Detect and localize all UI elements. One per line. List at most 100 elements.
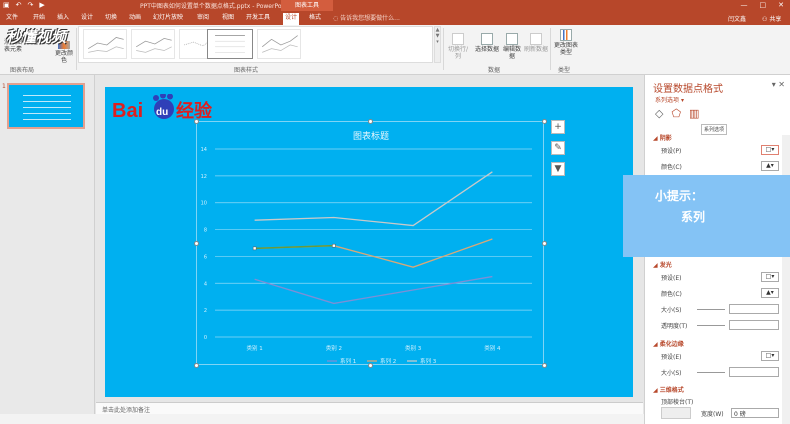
series-line[interactable]	[254, 171, 493, 227]
notes-pane[interactable]: 单击此处添加备注	[96, 402, 643, 414]
tab-chart-design[interactable]: 设计	[283, 13, 300, 25]
change-chart-type-button[interactable]: 更改图表类型	[553, 29, 579, 56]
gallery-scroll[interactable]: ▲ ▼ ▾	[434, 26, 441, 63]
selected-point-handle[interactable]	[332, 243, 336, 248]
tab-format[interactable]: 格式	[307, 13, 323, 23]
chart-elements-plus-icon[interactable]: +	[551, 120, 565, 134]
ribbon-separator	[550, 28, 551, 70]
soft-size-spinner[interactable]	[729, 367, 779, 377]
resize-handle-top-right[interactable]	[542, 119, 547, 124]
ribbon: 添加图表元素 快速布局 更改颜色 图表布局 ▲ ▼ ▾ 图表样式 切换行/列 选择数	[0, 25, 790, 75]
fill-line-bucket-icon[interactable]: ◇	[655, 107, 663, 120]
selected-point-handle[interactable]	[252, 246, 257, 251]
legend-entry[interactable]: 系列 1	[340, 357, 356, 365]
tab-review[interactable]: 审阅	[195, 13, 211, 23]
user-name[interactable]: 闫文鑫	[728, 14, 746, 23]
tab-home[interactable]: 开始	[31, 13, 47, 23]
thumbnail-line	[23, 95, 71, 96]
glow-size-slider[interactable]	[697, 309, 725, 310]
tab-view[interactable]: 视图	[220, 13, 236, 23]
section-3d-format[interactable]: ◢ 三维格式	[653, 385, 684, 394]
video-watermark: 秒懂视频	[6, 28, 67, 46]
chart-style-thumbnail-selected[interactable]	[207, 29, 253, 59]
legend-entry[interactable]: 系列 2	[380, 357, 396, 365]
slide-canvas[interactable]: Bai du 经验 图表标题 0 2 4 6 8 10 12 14 类别 1 类别 2 类别 3类…	[105, 87, 633, 397]
chart-style-thumbnail[interactable]	[257, 29, 301, 59]
series-line[interactable]	[254, 238, 493, 268]
y-tick-label: 8	[204, 228, 207, 234]
slide-thumbnail[interactable]	[7, 83, 85, 129]
resize-handle-bottom-left[interactable]	[194, 363, 199, 368]
glow-transparency-slider[interactable]	[697, 325, 725, 326]
tell-me-search[interactable]: ◌ 告诉我您想要做什么...	[333, 13, 400, 22]
refresh-icon	[530, 33, 542, 45]
edit-data-button[interactable]: 编辑数据	[501, 33, 523, 60]
refresh-data-button[interactable]: 刷新数据	[524, 33, 548, 53]
chart-styles-brush-icon[interactable]: ✎	[551, 141, 565, 155]
tab-transitions[interactable]: 切换	[103, 13, 119, 23]
chart-style-thumbnail[interactable]	[131, 29, 175, 59]
slide-number: 1	[2, 83, 6, 90]
tab-file[interactable]: 文件	[4, 13, 20, 23]
chart-legend[interactable]: 系列 1 系列 2 系列 3	[327, 357, 437, 365]
thumbnail-line	[23, 101, 71, 102]
select-data-button[interactable]: 选择数据	[474, 33, 500, 53]
effects-pentagon-icon[interactable]: ⬠	[671, 107, 681, 120]
tab-developer[interactable]: 开发工具	[244, 13, 272, 23]
glow-preset-dropdown[interactable]: □▾	[761, 272, 779, 282]
section-shadow[interactable]: ◢ 阴影	[653, 133, 672, 142]
bevel-width-spinner[interactable]: 0 磅	[731, 408, 779, 418]
resize-handle-bottom-right[interactable]	[542, 363, 547, 368]
series-lines[interactable]	[252, 171, 493, 305]
series-options-dropdown[interactable]: 系列选项 ▾	[655, 95, 684, 104]
pane-close-icon[interactable]: ▾ ✕	[772, 80, 785, 89]
section-glow[interactable]: ◢ 发光	[653, 260, 672, 269]
paw-toe	[160, 92, 166, 99]
undo-icon[interactable]: ↶	[16, 1, 22, 9]
tab-design[interactable]: 设计	[79, 13, 95, 23]
chart-title[interactable]: 图表标题	[353, 130, 389, 142]
start-slideshow-icon[interactable]: ▶	[39, 1, 44, 9]
chart-style-thumbnail[interactable]	[83, 29, 127, 59]
soft-size-slider[interactable]	[697, 372, 725, 373]
share-button[interactable]: ⚇ 共享	[762, 14, 781, 23]
slide-editing-area: Bai du 经验 图表标题 0 2 4 6 8 10 12 14 类别 1 类别 2 类别 3类…	[96, 75, 643, 414]
minimize-button[interactable]: —	[741, 0, 748, 11]
ribbon-separator	[443, 28, 444, 70]
y-tick-label: 2	[204, 308, 207, 314]
resize-handle-top[interactable]	[368, 119, 373, 124]
close-button[interactable]: ✕	[778, 0, 784, 11]
bevel-preset-button[interactable]	[661, 407, 691, 419]
glow-transparency-spinner[interactable]	[729, 320, 779, 330]
soft-preset-dropdown[interactable]: □▾	[761, 351, 779, 361]
resize-handle-top-left[interactable]	[194, 119, 199, 124]
series-options-bar-icon[interactable]: ▥	[689, 107, 699, 120]
paw-toe	[153, 95, 159, 101]
group-label-layout: 图表布局	[10, 67, 35, 74]
chart-object[interactable]: 图表标题 0 2 4 6 8 10 12 14 类别 1 类别 2 类别 3 类别 4 系列 1 系列…	[196, 121, 544, 365]
redo-icon[interactable]: ↷	[28, 1, 34, 9]
tip-heading: 小提示：	[655, 189, 704, 203]
section-soft-edges[interactable]: ◢ 柔化边缘	[653, 339, 684, 348]
glow-color-dropdown[interactable]: ▲▾	[761, 288, 779, 298]
group-label-data: 数据	[488, 67, 501, 74]
series-line[interactable]	[254, 275, 493, 305]
legend-entry[interactable]: 系列 3	[420, 357, 437, 365]
shadow-color-dropdown[interactable]: ▲▾	[761, 161, 779, 171]
line-chart[interactable]: 图表标题 02468101214 类别 1 类别 2 类别 3 类别 4 系列 1 系列…	[197, 122, 545, 366]
resize-handle-right[interactable]	[542, 241, 547, 246]
chart-filter-icon[interactable]: ▼	[551, 162, 565, 176]
glow-size-spinner[interactable]	[729, 304, 779, 314]
shadow-preset-dropdown[interactable]: □▾	[761, 145, 779, 155]
y-tick-label: 0	[204, 335, 207, 341]
tab-animations[interactable]: 动画	[127, 13, 143, 23]
resize-handle-bottom[interactable]	[368, 363, 373, 368]
pane-title: 设置数据点格式	[653, 84, 723, 95]
tab-insert[interactable]: 插入	[55, 13, 71, 23]
tab-slideshow[interactable]: 幻灯片放映	[151, 13, 185, 23]
resize-handle-left[interactable]	[194, 241, 199, 246]
save-icon[interactable]: ▣	[3, 1, 10, 9]
selected-segment[interactable]	[254, 244, 334, 250]
switch-row-column-button[interactable]: 切换行/列	[445, 33, 471, 60]
restore-button[interactable]: □	[760, 0, 767, 11]
